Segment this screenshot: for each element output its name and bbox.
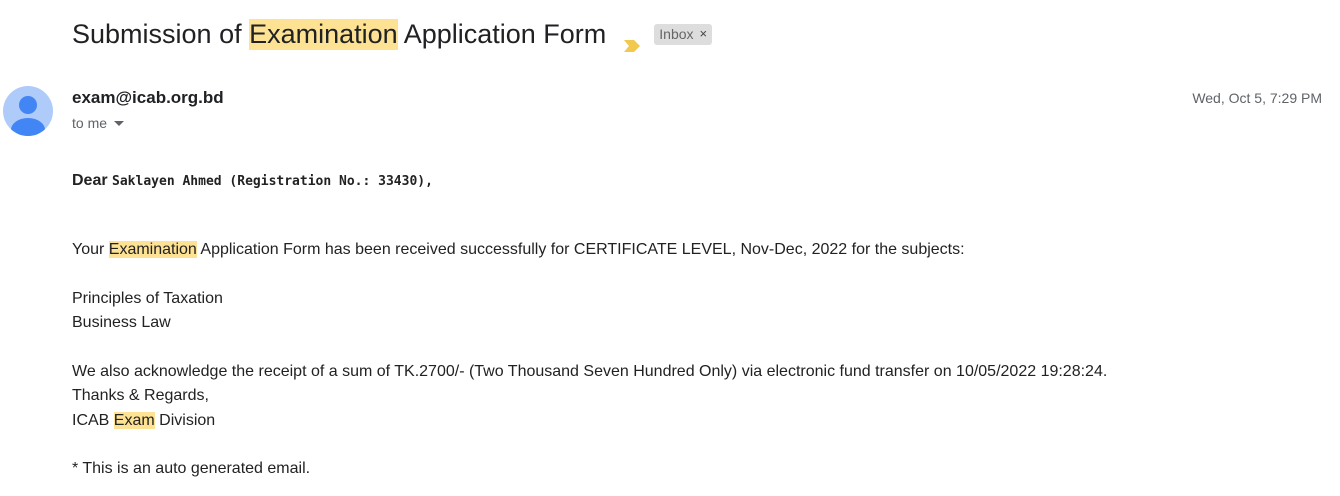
recipient-text: to me	[72, 115, 108, 131]
email-subject: Submission of Examination Application Fo…	[72, 14, 713, 54]
subject-highlight: Examination	[249, 18, 398, 50]
signature-text-end: Division	[154, 412, 216, 429]
sender-avatar[interactable]	[3, 86, 53, 136]
body-text: Your	[72, 241, 109, 258]
person-icon	[11, 96, 45, 136]
subject-text: Submission of	[72, 18, 250, 49]
remove-label-icon[interactable]: ×	[700, 26, 708, 41]
signature: ICAB Exam Division	[72, 412, 215, 430]
signature-text: ICAB	[72, 412, 114, 429]
subject-item-1: Principles of Taxation	[72, 290, 223, 307]
footer-note: * This is an auto generated email.	[72, 460, 311, 477]
subject-text-end: Application Form	[397, 18, 607, 49]
sender-email[interactable]: exam@icab.org.bd	[72, 88, 224, 108]
recipient-details-toggle[interactable]: to me	[72, 115, 125, 131]
body-highlight: Examination	[108, 241, 197, 258]
greeting-word: Dear	[72, 172, 108, 189]
inbox-label-text: Inbox	[659, 25, 694, 42]
body-line-confirmation: Your Examination Application Form has be…	[72, 241, 965, 259]
body-line-thanks: Thanks & Regards,	[72, 387, 209, 404]
subject-item-2: Business Law	[72, 314, 171, 331]
importance-marker-icon[interactable]	[624, 28, 641, 52]
email-date: Wed, Oct 5, 7:29 PM	[1192, 90, 1322, 106]
chevron-down-icon	[114, 120, 125, 126]
body-text-end: Application Form has been received succe…	[196, 241, 965, 258]
inbox-label-badge: Inbox ×	[654, 23, 713, 45]
signature-highlight: Exam	[113, 412, 155, 429]
greeting: Dear Saklayen Ahmed (Registration No.: 3…	[72, 172, 433, 190]
greeting-recipient: Saklayen Ahmed (Registration No.: 33430)…	[112, 174, 433, 189]
body-line-acknowledgement: We also acknowledge the receipt of a sum…	[72, 363, 1108, 380]
